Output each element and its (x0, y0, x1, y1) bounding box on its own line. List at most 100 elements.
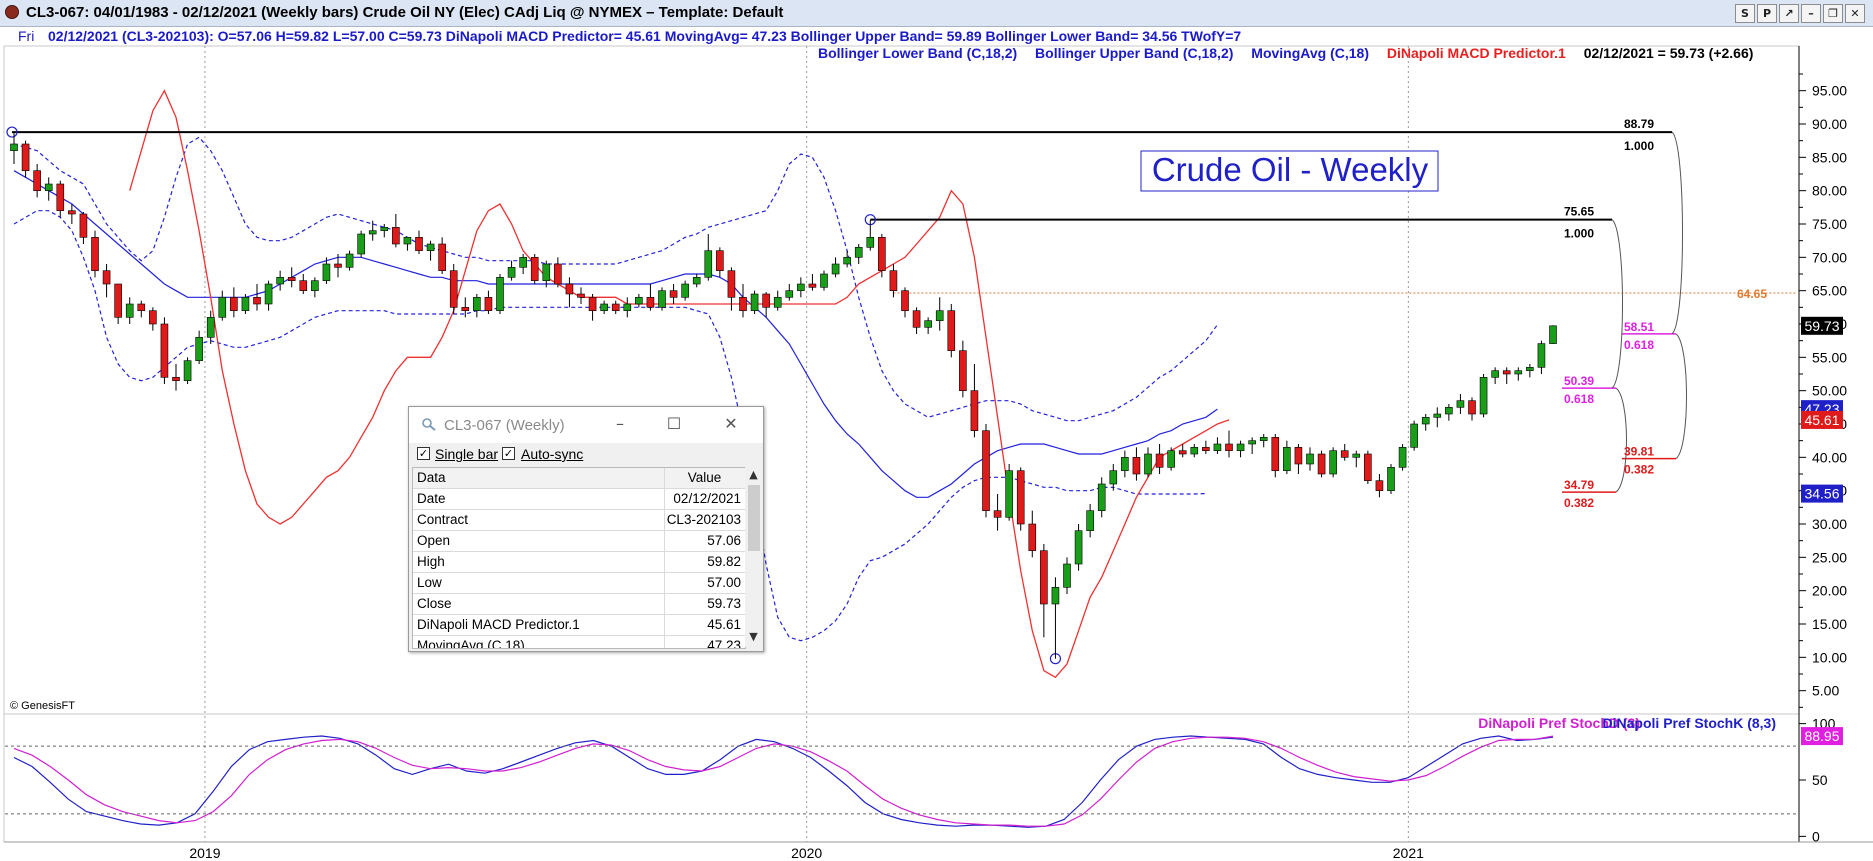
single-bar-checkbox[interactable]: ✓ (417, 447, 430, 460)
candle-body (519, 257, 527, 268)
candle-body (1283, 447, 1291, 471)
row-label: Low (417, 575, 442, 590)
candle-body (1005, 470, 1013, 518)
candle-body (160, 323, 169, 378)
candle-body (438, 243, 446, 271)
fib-ratio-label: 0.618 (1564, 392, 1594, 406)
candle-body (854, 247, 863, 258)
candle-body (1306, 453, 1314, 465)
candle-body (831, 263, 840, 275)
scroll-up-arrow-icon[interactable]: ▲ (745, 468, 762, 484)
row-label: Date (417, 491, 446, 506)
stochk-legend[interactable]: DiNapoli Pref StochK (8,3) (1603, 715, 1776, 731)
candle-body (947, 310, 956, 351)
panel-close-button[interactable]: ✕ (718, 413, 744, 435)
price-marker-label: 45.61 (1804, 412, 1839, 428)
candle-body (935, 310, 944, 321)
candle-body (1433, 413, 1442, 418)
candle-body (380, 227, 389, 231)
candle-body (449, 270, 458, 308)
candle-body (1190, 447, 1199, 455)
candle-body (253, 297, 261, 305)
candle-body (530, 257, 539, 281)
candle-body (1375, 480, 1384, 491)
candle-body (1526, 367, 1534, 371)
candle-body (183, 360, 192, 381)
candle-body (1121, 457, 1129, 471)
stochastic-lines (13, 735, 1554, 828)
row-label: Close (417, 596, 452, 611)
panel-maximize-button[interactable]: ☐ (661, 413, 687, 435)
candle-body (658, 290, 666, 308)
chart-title-box: Crude Oil - Weekly (1140, 150, 1439, 192)
candle-body (149, 310, 157, 325)
auto-sync-label[interactable]: Auto-sync (521, 446, 583, 462)
scroll-thumb[interactable] (748, 485, 760, 551)
row-value: 47.23 (707, 638, 741, 649)
table-row: High 59.82 (413, 552, 745, 573)
panel-minimize-button[interactable]: – (607, 413, 633, 435)
y-tick-label: 90.00 (1812, 116, 1847, 132)
candle-body (1549, 325, 1557, 344)
candle-body (1537, 343, 1546, 368)
candle-body (982, 430, 990, 511)
candle-body (1491, 370, 1499, 378)
candle-body (1202, 447, 1210, 451)
candle-body (1421, 417, 1430, 425)
candle-body (611, 303, 620, 311)
x-axis: 2019 2020 2021 (189, 845, 1424, 861)
data-window-panel[interactable]: CL3-067 (Weekly) – ☐ ✕ ✓ Single bar ✓ Au… (408, 406, 764, 652)
y-tick-label: 15.00 (1812, 616, 1847, 632)
y-tick-label: 50.00 (1812, 383, 1847, 399)
fib-price-label: 88.79 (1624, 117, 1654, 131)
candle-body (10, 143, 18, 151)
row-label: High (417, 554, 445, 569)
candle-body (357, 233, 365, 255)
candle-body (1086, 510, 1094, 531)
row-value: 59.82 (707, 554, 741, 569)
y-tick-label: 5.00 (1812, 683, 1839, 699)
price-markers: 59.7347.2345.6134.56 (1801, 316, 1843, 503)
candle-body (912, 310, 921, 328)
auto-sync-checkbox[interactable]: ✓ (502, 447, 515, 460)
fib-bracket (1671, 131, 1683, 335)
candle-body (218, 297, 227, 318)
candle-body (716, 250, 724, 271)
candle-body (368, 230, 377, 235)
row-value: 45.61 (707, 617, 741, 632)
panel-title: CL3-067 (Weekly) (444, 417, 565, 434)
candle-body (68, 210, 76, 215)
y-tick-label: 0 (1812, 828, 1820, 844)
panel-titlebar[interactable]: CL3-067 (Weekly) – ☐ ✕ (409, 407, 763, 443)
candle-body (1074, 530, 1083, 565)
candle-body (878, 237, 886, 271)
stoch-k-line (13, 735, 1554, 828)
candle-body (91, 237, 99, 271)
candle-body (1144, 453, 1152, 475)
candle-body (820, 273, 828, 288)
scroll-down-arrow-icon[interactable]: ▼ (745, 630, 762, 646)
candle-body (1468, 400, 1476, 415)
row-label: Open (417, 533, 451, 548)
candle-body (287, 277, 296, 281)
panel-scrollbar[interactable]: ▲ ▼ (745, 467, 762, 647)
candle-body (230, 297, 238, 311)
y-tick-label: 70.00 (1812, 249, 1847, 265)
candle-body (901, 290, 909, 311)
y-tick-label: 40.00 (1812, 449, 1847, 465)
candle-body (403, 237, 412, 245)
y-tick-label: 20.00 (1812, 583, 1847, 599)
candle-body (577, 293, 585, 298)
candle-body (496, 277, 504, 311)
y-tick-label: 75.00 (1812, 216, 1847, 232)
candle-body (1097, 483, 1106, 511)
candle-body (276, 277, 284, 285)
table-row: DiNapoli MACD Predictor.1 45.61 (413, 615, 745, 636)
candle-body (172, 377, 180, 381)
candle-body (56, 183, 65, 211)
candle-body (889, 270, 898, 291)
candle-body (33, 170, 41, 191)
fib-ratio-label: 0.618 (1624, 338, 1654, 352)
chart-area[interactable]: 5.0010.0015.0020.0025.0030.0035.0040.004… (0, 0, 1873, 861)
single-bar-label[interactable]: Single bar (435, 446, 498, 462)
